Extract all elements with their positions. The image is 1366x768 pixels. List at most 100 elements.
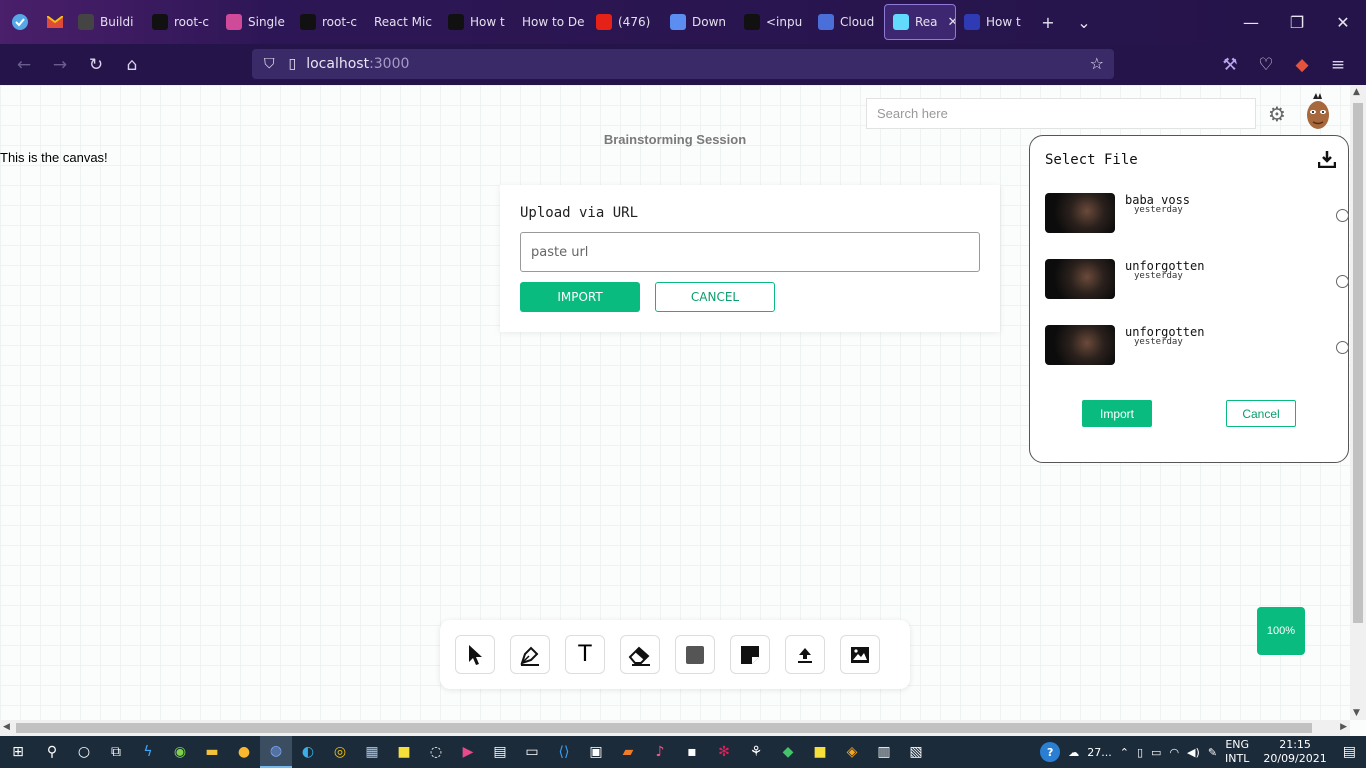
horizontal-scroll-thumb[interactable]	[16, 723, 1312, 733]
back-button[interactable]: ←	[6, 47, 42, 83]
device-icon[interactable]: ▯	[1137, 746, 1143, 759]
scroll-down-icon[interactable]: ▼	[1353, 708, 1360, 718]
app-icon-11[interactable]: ▥	[868, 736, 900, 768]
file-radio-button[interactable]	[1336, 275, 1349, 288]
app-icon-12[interactable]: ▧	[900, 736, 932, 768]
browser-tab[interactable]: How to De	[514, 0, 588, 44]
browser-tab[interactable]: Cloud	[810, 0, 884, 44]
browser-tab[interactable]: root-c	[144, 0, 218, 44]
avatar[interactable]	[1304, 93, 1332, 133]
browser-tab[interactable]: Down	[662, 0, 736, 44]
browser-tab[interactable]: How t	[956, 0, 1030, 44]
tab-list-chevron-down-icon[interactable]: ⌄	[1066, 0, 1102, 44]
calculator-icon[interactable]: ▤	[484, 736, 516, 768]
browser-tab[interactable]: Rea ✕	[884, 4, 956, 40]
url-input[interactable]: paste url	[520, 232, 980, 272]
pinned-tab-gmail[interactable]	[40, 0, 70, 44]
eraser-tool-button[interactable]	[620, 635, 660, 674]
task-view-icon[interactable]: ⧉	[100, 736, 132, 768]
cancel-button[interactable]: CANCEL	[655, 282, 775, 312]
extension-icon[interactable]: ◆	[1284, 47, 1320, 83]
file-radio-button[interactable]	[1336, 209, 1349, 222]
forward-button[interactable]: →	[42, 47, 78, 83]
browser-tab[interactable]: React Mic	[366, 0, 440, 44]
wrench-icon[interactable]: ⚒	[1212, 47, 1248, 83]
file-cancel-button[interactable]: Cancel	[1226, 400, 1296, 427]
horizontal-scrollbar[interactable]: ◀ ▶	[0, 720, 1350, 736]
intellij-icon[interactable]: ▣	[580, 736, 612, 768]
app-icon-7[interactable]: ▪	[676, 736, 708, 768]
vertical-scrollbar[interactable]: ▲ ▼	[1350, 85, 1366, 720]
image-tool-button[interactable]	[840, 635, 880, 674]
wifi-icon[interactable]: ◠	[1169, 746, 1179, 759]
music-icon[interactable]: ♪	[644, 736, 676, 768]
file-explorer-icon[interactable]: ▬	[196, 736, 228, 768]
browser-tab[interactable]: <inpu	[736, 0, 810, 44]
file-list-item[interactable]: unforgotten yesterday	[1045, 325, 1349, 367]
address-bar[interactable]: ⛉ ▯ localhost:3000 ☆	[252, 49, 1114, 79]
battery-icon[interactable]: ▭	[1151, 746, 1161, 759]
menu-icon[interactable]: ≡	[1320, 47, 1356, 83]
app-icon-9[interactable]: ◆	[772, 736, 804, 768]
scroll-right-icon[interactable]: ▶	[1340, 722, 1347, 732]
bookmark-star-icon[interactable]: ☆	[1090, 54, 1104, 73]
scroll-left-icon[interactable]: ◀	[3, 722, 10, 732]
app-icon-5[interactable]: ▶	[452, 736, 484, 768]
search-input[interactable]: Search here	[866, 98, 1256, 129]
clock[interactable]: 21:15 20/09/2021	[1263, 738, 1326, 766]
file-list-item[interactable]: unforgotten yesterday	[1045, 259, 1349, 301]
windows-start-icon[interactable]: ⊞	[0, 736, 36, 768]
new-tab-button[interactable]: +	[1030, 0, 1066, 44]
home-button[interactable]: ⌂	[114, 47, 150, 83]
pen-workspace-icon[interactable]: ✎	[1208, 746, 1217, 759]
pocket-icon[interactable]: ♡	[1248, 47, 1284, 83]
terminal-icon[interactable]: ▭	[516, 736, 548, 768]
minimize-button[interactable]: —	[1228, 0, 1274, 44]
vscode-icon[interactable]: ⟨⟩	[548, 736, 580, 768]
scroll-up-icon[interactable]: ▲	[1353, 87, 1360, 97]
canvas-page[interactable]: Search here ⚙ Brainstorming Session This…	[0, 85, 1350, 720]
browser-tab[interactable]: Single	[218, 0, 292, 44]
language-indicator[interactable]: ENG INTL	[1225, 738, 1249, 766]
browser-tab[interactable]: How t	[440, 0, 514, 44]
edge-icon[interactable]: ◐	[292, 736, 324, 768]
reload-button[interactable]: ↻	[78, 47, 114, 83]
search-icon[interactable]: ⚲	[36, 736, 68, 768]
app-icon-1[interactable]: ϟ	[132, 736, 164, 768]
zoom-level-button[interactable]: 100%	[1257, 607, 1305, 655]
browser-tab[interactable]: Buildi	[70, 0, 144, 44]
text-tool-button[interactable]: T	[565, 635, 605, 674]
browser-tab[interactable]: root-c	[292, 0, 366, 44]
sourcetree-icon[interactable]: ◈	[836, 736, 868, 768]
upload-tool-button[interactable]	[785, 635, 825, 674]
app-icon-4[interactable]: ◌	[420, 736, 452, 768]
file-radio-button[interactable]	[1336, 341, 1349, 354]
shape-tool-button[interactable]	[675, 635, 715, 674]
notifications-icon[interactable]: ▤	[1343, 744, 1356, 760]
cortana-icon[interactable]: ○	[68, 736, 100, 768]
app-icon-2[interactable]: ◉	[164, 736, 196, 768]
maximize-button[interactable]: ❐	[1274, 0, 1320, 44]
help-icon[interactable]: ?	[1040, 742, 1061, 762]
file-import-button[interactable]: Import	[1082, 400, 1152, 427]
pinned-tab-check[interactable]	[0, 0, 40, 44]
gear-icon[interactable]: ⚙	[1266, 103, 1288, 125]
keyboard-icon[interactable]: ▦	[356, 736, 388, 768]
browser-tab[interactable]: (476)	[588, 0, 662, 44]
download-icon[interactable]	[1318, 150, 1336, 168]
slack-icon[interactable]: ✻	[708, 736, 740, 768]
app-icon-3[interactable]: ●	[228, 736, 260, 768]
pen-tool-button[interactable]	[510, 635, 550, 674]
file-list-item[interactable]: baba voss yesterday	[1045, 193, 1349, 235]
vertical-scroll-thumb[interactable]	[1353, 103, 1363, 623]
sticky-note-tool-button[interactable]	[730, 635, 770, 674]
chevron-up-icon[interactable]: ⌃	[1120, 746, 1129, 759]
chrome-icon[interactable]: ◎	[324, 736, 356, 768]
app-icon-8[interactable]: ⚘	[740, 736, 772, 768]
speaker-icon[interactable]: ◀)	[1187, 746, 1200, 759]
sticky-notes-icon[interactable]: ■	[388, 736, 420, 768]
import-button[interactable]: IMPORT	[520, 282, 640, 312]
close-tab-icon[interactable]: ✕	[948, 15, 955, 30]
firefox-icon[interactable]: ◍	[260, 736, 292, 768]
weather-text[interactable]: 27...	[1087, 746, 1112, 759]
